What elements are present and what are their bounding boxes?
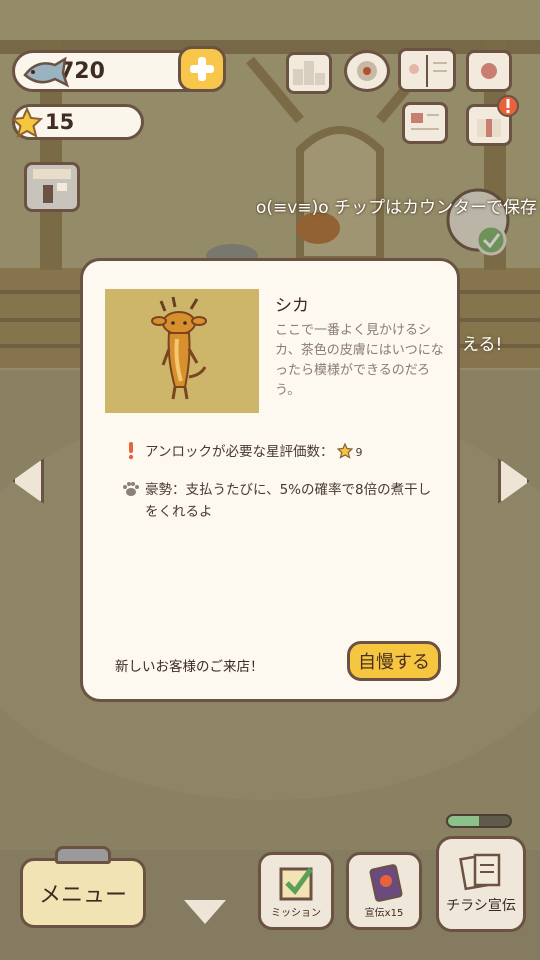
fish-icon: [21, 55, 70, 93]
flyer-button[interactable]: チラシ宣伝: [436, 836, 526, 932]
brag-button[interactable]: 自慢する: [347, 641, 441, 681]
gear-icon: [357, 61, 377, 81]
exclamation-icon: [117, 441, 145, 461]
star-amount: 15: [45, 110, 75, 134]
flyer-progress-fill: [448, 816, 479, 826]
star-counter: 15: [10, 104, 144, 143]
settings-button[interactable]: [344, 50, 390, 92]
new-customer-notice: 新しいお客様のご来店！: [115, 659, 264, 675]
mission-button[interactable]: ミッション: [258, 852, 334, 930]
star-icon: [10, 106, 44, 143]
customer-detail-dialog: シカ ここで一番よく見かけるシカ、茶色の皮膚にはいつになったら模様ができるのだろ…: [80, 258, 460, 702]
paw-icon: [117, 479, 145, 499]
unlock-label: アンロックが必要な星評価数：: [145, 444, 334, 460]
shop-icon: [33, 169, 71, 203]
promo-label: 宣伝x15: [364, 908, 404, 919]
unlock-requirement-row: アンロックが必要な星評価数： 9: [117, 441, 362, 466]
catalog-button[interactable]: [398, 48, 456, 92]
flyer-icon: [459, 853, 501, 891]
camera-icon: [481, 63, 497, 79]
ranking-button[interactable]: [286, 52, 332, 94]
alert-badge-icon: [497, 95, 519, 117]
deer-portrait: [105, 289, 259, 413]
deer-image: [151, 296, 207, 400]
newspaper-button[interactable]: [402, 102, 448, 144]
perk-row: 豪勢：支払うたびに、5%の確率で8倍の煮干しをくれるよ: [117, 479, 437, 523]
checklist-icon: [279, 867, 314, 901]
background-speech-text: える!: [462, 335, 503, 355]
flyer-progress-bar: [446, 814, 512, 828]
menu-button[interactable]: メニュー: [20, 858, 146, 928]
newspaper-icon: [411, 113, 439, 130]
perk-text: 豪勢：支払うたびに、5%の確率で8倍の煮干しをくれるよ: [145, 482, 432, 520]
unlock-star-count: 9: [355, 446, 363, 459]
plus-icon: [190, 57, 214, 81]
customer-name: シカ: [275, 296, 309, 316]
tip-marquee: o(≡v≡)o チップはカウンターで保存: [256, 198, 537, 218]
shop-button[interactable]: [24, 162, 80, 212]
camera-button[interactable]: [466, 50, 512, 92]
clipboard-clip-icon: [55, 846, 111, 864]
book-icon: [409, 55, 447, 87]
ranking-icon: [293, 61, 325, 85]
customer-description: ここで一番よく見かけるシカ、茶色の皮膚にはいつになったら模様ができるのだろう。: [275, 323, 444, 398]
star-icon-small: [337, 442, 354, 466]
flyer-label: チラシ宣伝: [446, 898, 516, 914]
add-fish-button[interactable]: [178, 46, 226, 92]
promo-button[interactable]: 宣伝x15: [346, 852, 422, 930]
mission-label: ミッション: [271, 908, 321, 919]
poster-icon: [369, 864, 403, 902]
